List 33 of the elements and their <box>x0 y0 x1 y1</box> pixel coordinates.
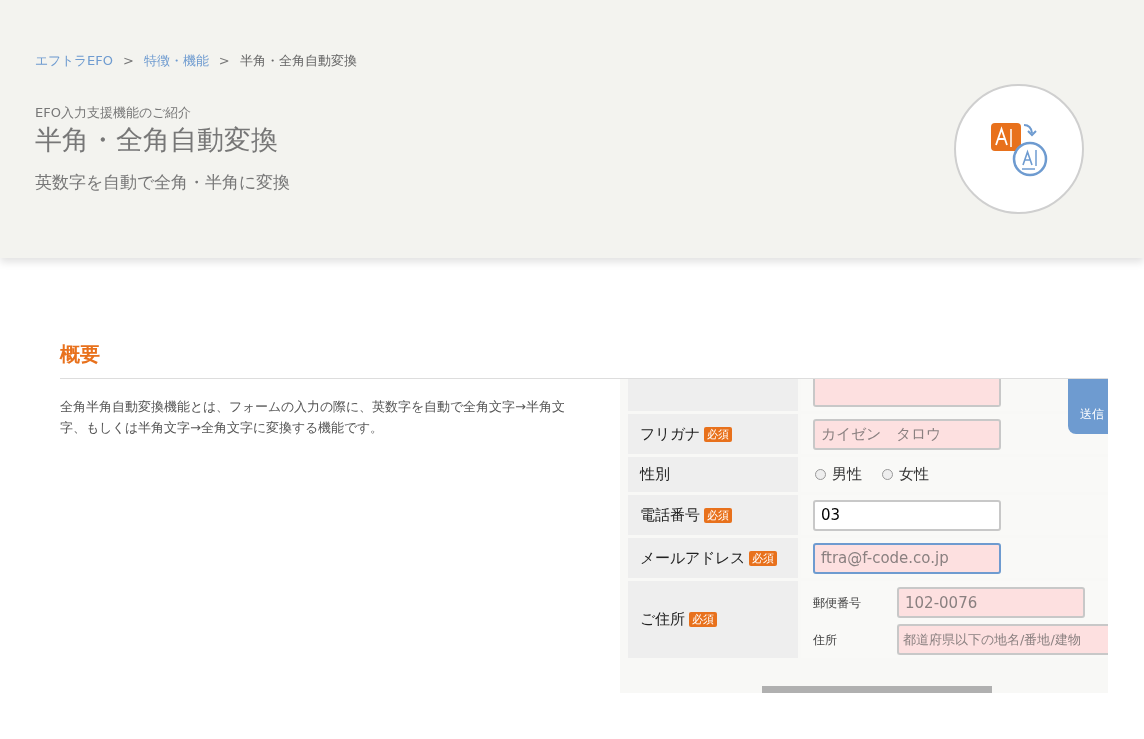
row-label: 性別 <box>640 464 670 486</box>
breadcrumb-current: 半角・全角自動変換 <box>239 52 357 70</box>
radio-button[interactable] <box>815 469 826 480</box>
radio-button[interactable] <box>882 469 893 480</box>
breadcrumb-link[interactable]: 特徴・機能 <box>143 51 209 71</box>
section-heading: 概要 <box>60 341 101 368</box>
text-field[interactable]: ftra@f-code.co.jp <box>813 542 1001 574</box>
header-eyebrow: EFO入力支援機能のご紹介 <box>35 103 192 122</box>
required-badge: 必須 <box>704 507 732 523</box>
required-badge: 必須 <box>689 612 717 627</box>
tooltip: 送信 <box>1068 379 1108 434</box>
row-label: ご住所 <box>640 609 685 631</box>
row-label: 電話番号 <box>640 504 700 526</box>
section-description: 全角半角自動変換機能とは、フォームの入力の際に、英数字を自動で全角文字→半角文字、もしくは半角文字→全角文字に変換する機能です。 <box>60 398 566 437</box>
scrollbar-thumb[interactable] <box>762 686 992 693</box>
row-label: メールアドレス <box>640 547 745 569</box>
breadcrumb-separator: > <box>122 52 134 70</box>
text-field[interactable]: カイゼン タロウ <box>813 418 1001 450</box>
text-field[interactable] <box>813 379 1001 407</box>
breadcrumb-link[interactable]: エフトラEFO <box>35 51 113 71</box>
text-field[interactable]: 都道府県以下の地名/番地/建物 <box>897 624 1108 655</box>
required-badge: 必須 <box>704 426 732 442</box>
page-title: 半角・全角自動変換 <box>35 123 279 157</box>
field-label: 郵便番号 <box>813 594 862 612</box>
required-badge: 必須 <box>749 550 777 566</box>
text-field[interactable]: 102-0076 <box>897 587 1085 618</box>
row-label: フリガナ <box>640 423 700 445</box>
breadcrumb-separator: > <box>218 52 230 70</box>
field-label: 住所 <box>813 631 838 649</box>
radio-label: 女性 <box>899 464 929 486</box>
text-field[interactable]: 03 <box>813 499 1001 531</box>
page-tagline: 英数字を自動で全角・半角に変換 <box>35 171 291 194</box>
radio-label: 男性 <box>832 464 862 486</box>
